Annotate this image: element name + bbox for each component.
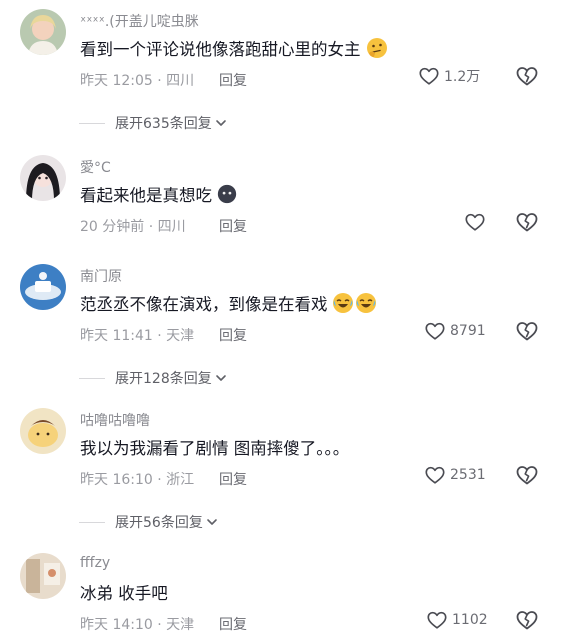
username[interactable]: ˣˣˣˣ.(开盖儿啶虫脒 bbox=[80, 11, 199, 31]
avatar[interactable] bbox=[20, 553, 66, 599]
dislike-button[interactable] bbox=[515, 64, 539, 88]
divider-line bbox=[79, 521, 105, 523]
like-button[interactable]: 1.2万 bbox=[418, 65, 480, 87]
expand-replies-label: 展开635条回复 bbox=[115, 116, 212, 132]
heart-outline-icon bbox=[425, 322, 445, 340]
heart-outline-icon bbox=[465, 213, 485, 231]
expand-replies-button[interactable]: 展开56条回复 bbox=[79, 512, 219, 532]
comment-text: 看起来他是真想吃 bbox=[80, 186, 212, 205]
avatar-image bbox=[20, 553, 66, 599]
comment-text: 范丞丞不像在演戏，到像是在看戏 bbox=[80, 295, 328, 314]
dislike-button[interactable] bbox=[515, 319, 539, 343]
dark-face-emoji-icon bbox=[216, 183, 238, 205]
comment-text: 看到一个评论说他像落跑甜心里的女主 bbox=[80, 40, 361, 59]
comment-time-location: 昨天 16:10 · 浙江 bbox=[80, 472, 195, 488]
dislike-button[interactable] bbox=[515, 463, 539, 487]
like-button[interactable] bbox=[464, 211, 486, 233]
like-button[interactable]: 2531 bbox=[424, 464, 486, 486]
broken-heart-icon bbox=[516, 322, 538, 341]
avatar[interactable] bbox=[20, 408, 66, 454]
comment-text-row: 冰弟 收手吧 bbox=[80, 580, 168, 604]
comment-text: 我以为我漏看了剧情 图南摔傻了。。。 bbox=[80, 439, 350, 458]
comment-time-location: 20 分钟前 · 四川 bbox=[80, 219, 186, 235]
avatar[interactable] bbox=[20, 264, 66, 310]
username[interactable]: 愛°C bbox=[80, 157, 111, 177]
avatar-image bbox=[20, 408, 66, 454]
reply-button[interactable]: 回复 bbox=[219, 325, 247, 345]
comment-list: ˣˣˣˣ.(开盖儿啶虫脒 看到一个评论说他像落跑甜心里的女主 昨天 12:05 … bbox=[0, 0, 561, 640]
like-button[interactable]: 1102 bbox=[426, 609, 488, 631]
comment-text-row: 范丞丞不像在演戏，到像是在看戏 bbox=[80, 291, 378, 315]
comment-text-row: 看起来他是真想吃 bbox=[80, 182, 238, 206]
comment-time-location: 昨天 11:41 · 天津 bbox=[80, 328, 195, 344]
avatar[interactable] bbox=[20, 9, 66, 55]
username[interactable]: 咕噜咕噜噜 bbox=[80, 410, 150, 430]
reply-button[interactable]: 回复 bbox=[219, 216, 247, 236]
avatar-image bbox=[20, 264, 66, 310]
divider-line bbox=[79, 377, 105, 379]
like-count: 8791 bbox=[450, 323, 486, 339]
expand-replies-label: 展开128条回复 bbox=[115, 371, 212, 387]
chevron-down-icon bbox=[215, 375, 226, 381]
comment-text-row: 我以为我漏看了剧情 图南摔傻了。。。 bbox=[80, 435, 349, 459]
like-button[interactable]: 8791 bbox=[424, 320, 486, 342]
username[interactable]: fffzy bbox=[80, 555, 110, 571]
avatar[interactable] bbox=[20, 155, 66, 201]
reply-button[interactable]: 回复 bbox=[219, 70, 247, 90]
reply-button[interactable]: 回复 bbox=[219, 469, 247, 489]
avatar-image bbox=[20, 9, 66, 55]
chevron-down-icon bbox=[207, 519, 217, 525]
comment-time-location: 昨天 14:10 · 天津 bbox=[80, 617, 195, 633]
username[interactable]: 南门原 bbox=[80, 266, 122, 286]
laughing-crying-emoji-icon bbox=[332, 291, 378, 315]
broken-heart-icon bbox=[516, 466, 538, 485]
chevron-down-icon bbox=[215, 120, 226, 126]
thinking-emoji-icon bbox=[365, 36, 389, 60]
expand-replies-button[interactable]: 展开128条回复 bbox=[79, 368, 228, 388]
comment-text: 冰弟 收手吧 bbox=[80, 584, 168, 603]
heart-outline-icon bbox=[419, 67, 439, 85]
broken-heart-icon bbox=[516, 67, 538, 86]
comment-time-location: 昨天 12:05 · 四川 bbox=[80, 73, 195, 89]
comment-text-row: 看到一个评论说他像落跑甜心里的女主 bbox=[80, 36, 389, 60]
broken-heart-icon bbox=[516, 213, 538, 232]
heart-outline-icon bbox=[427, 611, 447, 629]
like-count: 2531 bbox=[450, 467, 486, 483]
dislike-button[interactable] bbox=[515, 210, 539, 234]
avatar-image bbox=[20, 155, 66, 201]
dislike-button[interactable] bbox=[515, 608, 539, 632]
reply-button[interactable]: 回复 bbox=[219, 614, 247, 634]
broken-heart-icon bbox=[516, 611, 538, 630]
like-count: 1102 bbox=[452, 612, 488, 628]
expand-replies-button[interactable]: 展开635条回复 bbox=[79, 113, 228, 133]
like-count: 1.2万 bbox=[444, 69, 481, 85]
divider-line bbox=[79, 122, 105, 124]
expand-replies-label: 展开56条回复 bbox=[115, 515, 203, 531]
heart-outline-icon bbox=[425, 466, 445, 484]
